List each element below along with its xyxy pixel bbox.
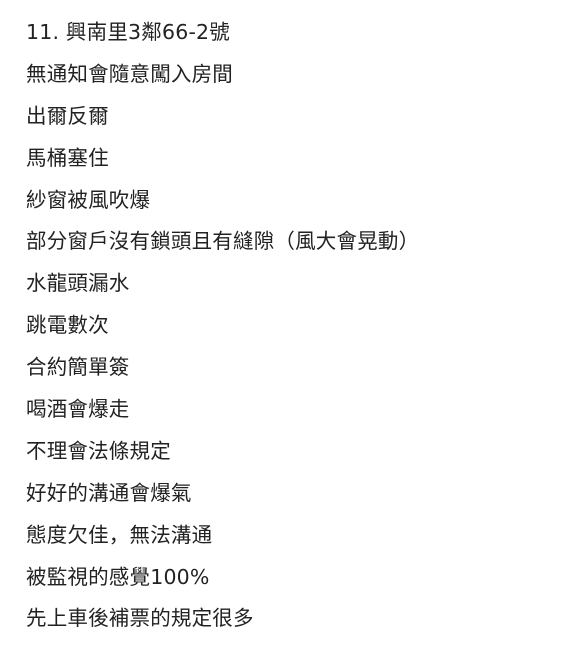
text-line: 被監視的感覺100% (26, 564, 210, 589)
text-line: 態度欠佳，無法溝通 (26, 522, 213, 547)
text-line: 無通知會隨意闖入房間 (26, 61, 233, 86)
address-heading: 11. 興南里3鄰66-2號 (26, 20, 230, 44)
text-line: 水龍頭漏水 (26, 271, 130, 296)
text-line: 先上車後補票的規定很多 (26, 606, 254, 631)
text-line: 好好的溝通會爆氣 (26, 480, 192, 505)
text-line: 跳電數次 (26, 313, 109, 338)
text-line: 紗窗被風吹爆 (26, 187, 151, 212)
text-line: 部分窗戶沒有鎖頭且有縫隙（風大會晃動） (26, 229, 420, 254)
text-line: 出爾反爾 (26, 103, 109, 128)
text-line: 馬桶塞住 (26, 145, 109, 170)
text-line: 不理會法條規定 (26, 438, 171, 463)
document-body: 11. 興南里3鄰66-2號 無通知會隨意闖入房間 出爾反爾 馬桶塞住 紗窗被風… (26, 18, 569, 650)
text-line: 喝酒會爆走 (26, 397, 130, 422)
text-line: 合約簡單簽 (26, 355, 130, 380)
